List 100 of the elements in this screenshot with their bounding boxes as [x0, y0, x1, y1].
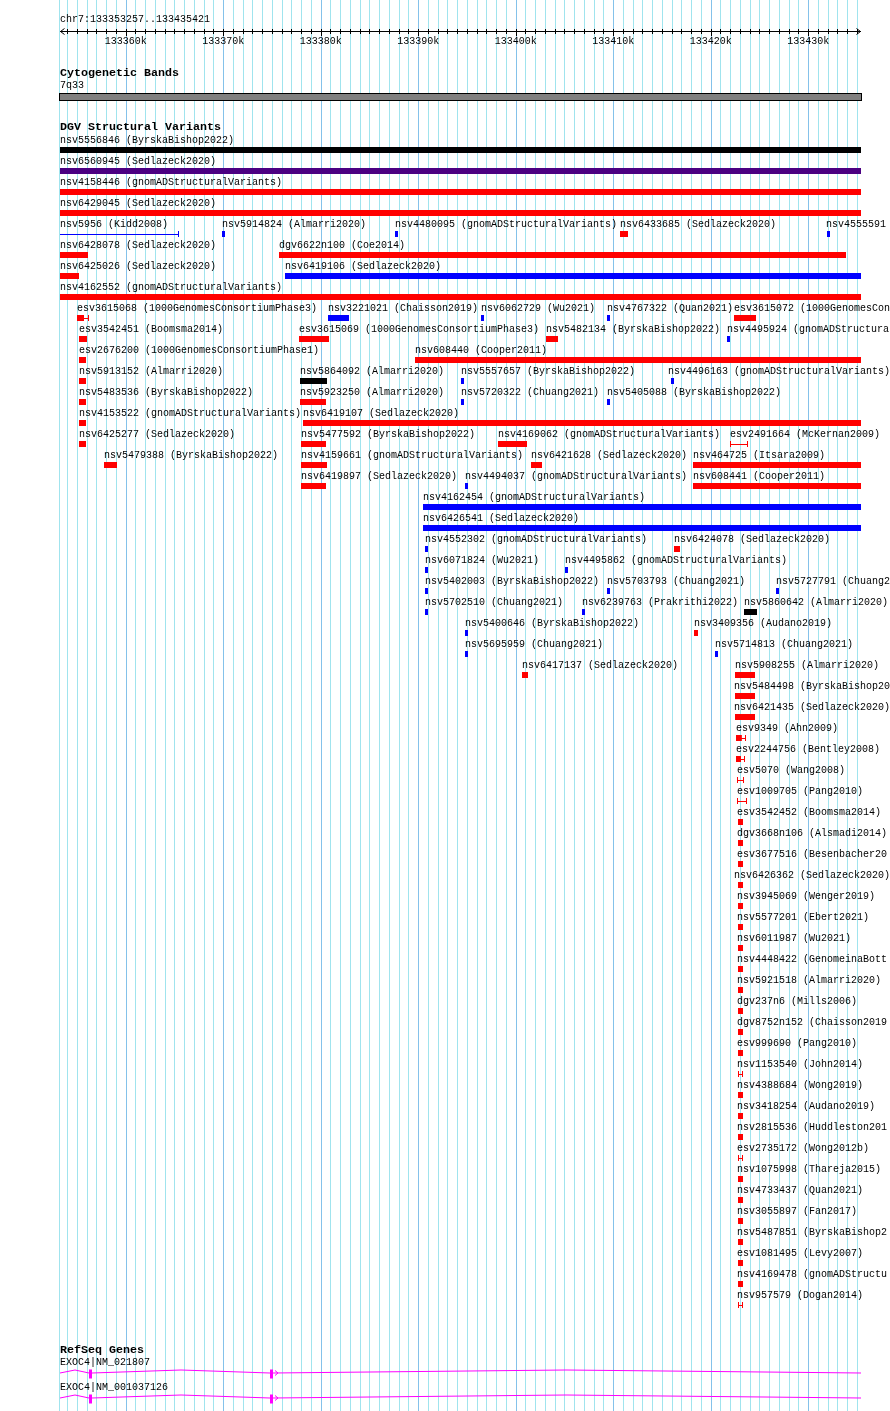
variant-label: nsv4495924 (gnomADStructura: [727, 324, 890, 336]
variant-label: nsv5477592 (ByrskaBishop2022): [301, 429, 476, 441]
variant-label: nsv5405088 (ByrskaBishop2022): [607, 387, 782, 399]
variant-bar[interactable]: [736, 756, 745, 762]
variant-label: esv2676200 (1000GenomesConsortiumPhase1): [79, 345, 320, 357]
ruler-tick-label: 133400k: [494, 35, 537, 47]
track-title: RefSeq Genes: [60, 1344, 144, 1357]
track-title: Cytogenetic Bands: [60, 67, 179, 80]
variant-label: nsv6426541 (Sedlazeck2020): [423, 513, 580, 525]
variant-label: nsv4767322 (Quan2021): [607, 303, 734, 315]
variant-label: nsv5720322 (Chuang2021): [461, 387, 600, 399]
ruler-tick-label: 133370k: [202, 35, 245, 47]
variant-label: nsv6419897 (Sedlazeck2020): [301, 471, 458, 483]
variant-label: nsv2815536 (Huddleston201: [737, 1122, 888, 1134]
variant-label: esv3615068 (1000GenomesConsortiumPhase3): [77, 303, 318, 315]
variant-label: nsv6239763 (Prakrithi2022): [582, 597, 739, 609]
variant-label: nsv4494037 (gnomADStructuralVariants): [465, 471, 688, 483]
variant-label: nsv6425026 (Sedlazeck2020): [60, 261, 217, 273]
variant-label: nsv4495862 (gnomADStructuralVariants): [565, 555, 788, 567]
variant-label: nsv4169478 (gnomADStructu: [737, 1269, 888, 1281]
variant-label: nsv5695959 (Chuang2021): [465, 639, 604, 651]
variant-label: nsv4733437 (Quan2021): [737, 1185, 864, 1197]
variant-label: esv3542452 (Boomsma2014): [737, 807, 882, 819]
variant-label: nsv5908255 (Almarri2020): [735, 660, 880, 672]
variant-interval-marker[interactable]: [738, 1155, 743, 1161]
variant-label: nsv1075998 (Thareja2015): [737, 1164, 882, 1176]
variant-label: nsv6421435 (Sedlazeck2020): [734, 702, 890, 714]
variant-label: nsv6417137 (Sedlazeck2020): [522, 660, 679, 672]
variant-label: nsv5702510 (Chuang2021): [425, 597, 564, 609]
ruler-tick-label: 133390k: [397, 35, 440, 47]
variant-label: nsv957579 (Dogan2014): [737, 1290, 864, 1302]
variant-label: esv5070 (Wang2008): [737, 765, 846, 777]
variant-label: nsv6560945 (Sedlazeck2020): [60, 156, 217, 168]
variant-label: esv1081495 (Levy2007): [737, 1248, 864, 1260]
variant-label: nsv6428078 (Sedlazeck2020): [60, 240, 217, 252]
variant-label: esv3615072 (1000GenomesCon: [734, 303, 890, 315]
variant-label: esv1009705 (Pang2010): [737, 786, 864, 798]
variant-label: nsv6425277 (Sedlazeck2020): [79, 429, 236, 441]
variant-label: nsv6062729 (Wu2021): [481, 303, 596, 315]
variant-label: nsv3221021 (Chaisson2019): [328, 303, 479, 315]
ruler-tick-label: 133380k: [299, 35, 342, 47]
variant-label: nsv3945069 (Wenger2019): [737, 891, 876, 903]
variant-label: nsv3055897 (Fan2017): [737, 1206, 858, 1218]
variant-label: esv3677516 (Besenbacher20: [737, 849, 888, 861]
variant-interval-marker[interactable]: [738, 1302, 743, 1308]
variant-label: nsv3418254 (Audano2019): [737, 1101, 876, 1113]
variant-label: nsv6429045 (Sedlazeck2020): [60, 198, 217, 210]
variant-label: esv3542451 (Boomsma2014): [79, 324, 224, 336]
variant-label: nsv5923250 (Almarri2020): [300, 387, 445, 399]
variant-label: nsv5484498 (ByrskaBishop20: [734, 681, 890, 693]
variant-interval-marker[interactable]: [730, 441, 748, 447]
variant-label: dgv6622n100 (Coe2014): [279, 240, 406, 252]
variant-label: nsv6421628 (Sedlazeck2020): [531, 450, 688, 462]
variant-label: nsv4480095 (gnomADStructuralVariants): [395, 219, 618, 231]
region-coordinates: chr7:133353257..133435421: [60, 14, 211, 26]
variant-label: nsv5956 (Kidd2008): [60, 219, 169, 231]
variant-label: esv3615069 (1000GenomesConsortiumPhase3): [299, 324, 540, 336]
variant-interval-marker[interactable]: [737, 798, 747, 804]
variant-label: nsv5577201 (Ebert2021): [737, 912, 870, 924]
variant-label: nsv5487851 (ByrskaBishop2: [737, 1227, 888, 1239]
variant-label: dgv3668n106 (Alsmadi2014): [737, 828, 888, 840]
variant-label: nsv4448422 (GenomeinaBott: [737, 954, 888, 966]
ruler-tick-label: 133360k: [104, 35, 147, 47]
variant-label: esv2491664 (McKernan2009): [730, 429, 881, 441]
variant-label: nsv5556846 (ByrskaBishop2022): [60, 135, 235, 147]
variant-label: nsv4552302 (gnomADStructuralVariants): [425, 534, 648, 546]
variant-interval-marker[interactable]: [737, 777, 744, 783]
variant-bar[interactable]: [736, 735, 746, 741]
ruler-tick-label: 133430k: [787, 35, 830, 47]
variant-label: esv9349 (Ahn2009): [736, 723, 839, 735]
variant-label: nsv6419106 (Sedlazeck2020): [285, 261, 442, 273]
ruler-tick-label: 133420k: [689, 35, 732, 47]
variant-label: nsv5400646 (ByrskaBishop2022): [465, 618, 640, 630]
variant-label: esv2735172 (Wong2012b): [737, 1143, 870, 1155]
variant-label: nsv464725 (Itsara2009): [693, 450, 826, 462]
variant-bar[interactable]: [77, 315, 89, 321]
variant-label: nsv1153540 (John2014): [737, 1059, 864, 1071]
variant-label: nsv5557657 (ByrskaBishop2022): [461, 366, 636, 378]
variant-label: nsv5479388 (ByrskaBishop2022): [104, 450, 279, 462]
variant-label: nsv6424078 (Sedlazeck2020): [674, 534, 831, 546]
variant-interval-marker[interactable]: [60, 231, 179, 237]
variant-label: nsv4153522 (gnomADStructuralVariants): [79, 408, 302, 420]
variant-label: nsv5727791 (Chuang2: [776, 576, 890, 588]
variant-label: dgv237n6 (Mills2006): [737, 996, 858, 1008]
variant-label: nsv4158446 (gnomADStructuralVariants): [60, 177, 283, 189]
variant-label: nsv5860642 (Almarri2020): [744, 597, 889, 609]
ruler-tick-label: 133410k: [592, 35, 635, 47]
variant-label: nsv6011987 (Wu2021): [737, 933, 852, 945]
variant-label: nsv3409356 (Audano2019): [694, 618, 833, 630]
variant-label: nsv4496163 (gnomADStructuralVariants): [668, 366, 890, 378]
variant-label: nsv4555591: [826, 219, 886, 231]
variant-label: esv999690 (Pang2010): [737, 1038, 858, 1050]
variant-label: nsv4162454 (gnomADStructuralVariants): [423, 492, 646, 504]
variant-label: nsv5864092 (Almarri2020): [300, 366, 445, 378]
variant-interval-marker[interactable]: [738, 1071, 743, 1077]
variant-label: nsv6426362 (Sedlazeck2020): [734, 870, 890, 882]
band-label: 7q33: [60, 80, 84, 92]
variant-label: nsv4169062 (gnomADStructuralVariants): [498, 429, 721, 441]
variant-label: nsv5914824 (Almarri2020): [222, 219, 367, 231]
variant-label: esv2244756 (Bentley2008): [736, 744, 881, 756]
